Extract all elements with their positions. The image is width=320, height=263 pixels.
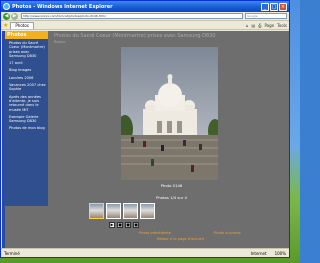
close-button[interactable]: × xyxy=(279,2,287,11)
page-content: Photos Photos du Sacré Coeur (Montmartre… xyxy=(2,31,289,248)
sacre-coeur-photo xyxy=(121,47,218,180)
sidebar-item-londres[interactable]: Londres 2006 xyxy=(5,74,48,81)
feeds-icon[interactable]: ▤ xyxy=(251,23,255,28)
sidebar-item-blog-images[interactable]: Blog Images xyxy=(5,66,48,73)
status-text: Terminé xyxy=(4,250,20,256)
sidebar-title: Photos xyxy=(5,31,48,39)
main-content: Photos du Sacré Coeur (Montmartre) prise… xyxy=(54,31,289,248)
command-bar: ⌂ ▤ ⎙ Page Tools xyxy=(246,23,287,28)
play-icon[interactable]: ▶ xyxy=(109,222,115,228)
thumbnail[interactable] xyxy=(140,203,155,219)
tab-bar: ★ Photos ⌂ ▤ ⎙ Page Tools xyxy=(1,21,289,30)
next-icon[interactable]: ■ xyxy=(133,222,139,228)
forward-arrow-icon[interactable]: ▶ xyxy=(11,12,18,20)
sidebar-item-vacances[interactable]: Vacances 2007 chez Sophie xyxy=(5,81,48,93)
album-title: Photos du Sacré Coeur (Montmartre) prise… xyxy=(54,33,216,39)
back-link[interactable]: Retour xyxy=(54,40,289,44)
ie-icon xyxy=(3,3,10,10)
minimize-button[interactable]: _ xyxy=(261,2,269,11)
page-menu[interactable]: Page xyxy=(264,23,274,28)
main-photo[interactable] xyxy=(121,47,218,180)
stop-icon[interactable]: ■ xyxy=(117,222,123,228)
tab-photos[interactable]: Photos xyxy=(10,21,34,29)
thumbnail[interactable] xyxy=(89,203,104,219)
sidebar-item-musee[interactable]: Après des années d'attente, je suis reto… xyxy=(5,93,48,113)
thumbnail-strip xyxy=(89,203,155,219)
title-bar: Photos - Windows Internet Explorer _ □ × xyxy=(1,1,289,12)
prev-icon[interactable]: ■ xyxy=(125,222,131,228)
sidebar-item-sacre-coeur[interactable]: Photos du Sacré Coeur (Montmartre) prise… xyxy=(5,39,48,59)
window-title: Photos - Windows Internet Explorer xyxy=(12,3,113,10)
sidebar-item-17-avril[interactable]: 17 avril xyxy=(5,59,48,66)
home-link[interactable]: Retour à la page d'accueil xyxy=(157,237,204,241)
thumbnail[interactable] xyxy=(123,203,138,219)
search-input[interactable]: Google xyxy=(245,13,287,19)
print-icon[interactable]: ⎙ xyxy=(258,23,261,28)
internet-zone: Internet xyxy=(250,250,267,256)
photo-counter: Photos 1/4 sur 4 xyxy=(156,195,187,200)
back-arrow-icon[interactable]: ◀ xyxy=(3,12,10,20)
navigation-links: Photo précédente Photo suivante Retour à… xyxy=(54,231,289,243)
maximize-button[interactable]: □ xyxy=(270,2,278,11)
favorites-star-icon[interactable]: ★ xyxy=(3,22,8,29)
browser-window: Photos - Windows Internet Explorer _ □ ×… xyxy=(0,0,290,258)
zoom-level[interactable]: 100% xyxy=(275,251,286,256)
photo-name: Photo 0146 xyxy=(160,183,183,188)
url-field[interactable]: http://www.xxxxx.com/tomcat/photos/photo… xyxy=(21,13,243,19)
slideshow-controls: ▶ ■ ■ ■ xyxy=(109,222,139,228)
tools-menu[interactable]: Tools xyxy=(277,23,287,28)
address-bar: ◀ ▶ http://www.xxxxx.com/tomcat/photos/p… xyxy=(1,12,289,21)
sidebar-item-galerie[interactable]: Exemple Galerie Samsung D830 xyxy=(5,113,48,125)
sidebar: Photos Photos du Sacré Coeur (Montmartre… xyxy=(5,31,48,206)
sidebar-item-blog-photos[interactable]: Photos de mon blog xyxy=(5,124,48,131)
home-icon[interactable]: ⌂ xyxy=(246,23,249,28)
next-photo-link[interactable]: Photo suivante xyxy=(214,231,241,235)
status-bar: Terminé Internet 100% xyxy=(1,248,289,257)
thumbnail[interactable] xyxy=(106,203,121,219)
previous-photo-link[interactable]: Photo précédente xyxy=(139,231,171,235)
